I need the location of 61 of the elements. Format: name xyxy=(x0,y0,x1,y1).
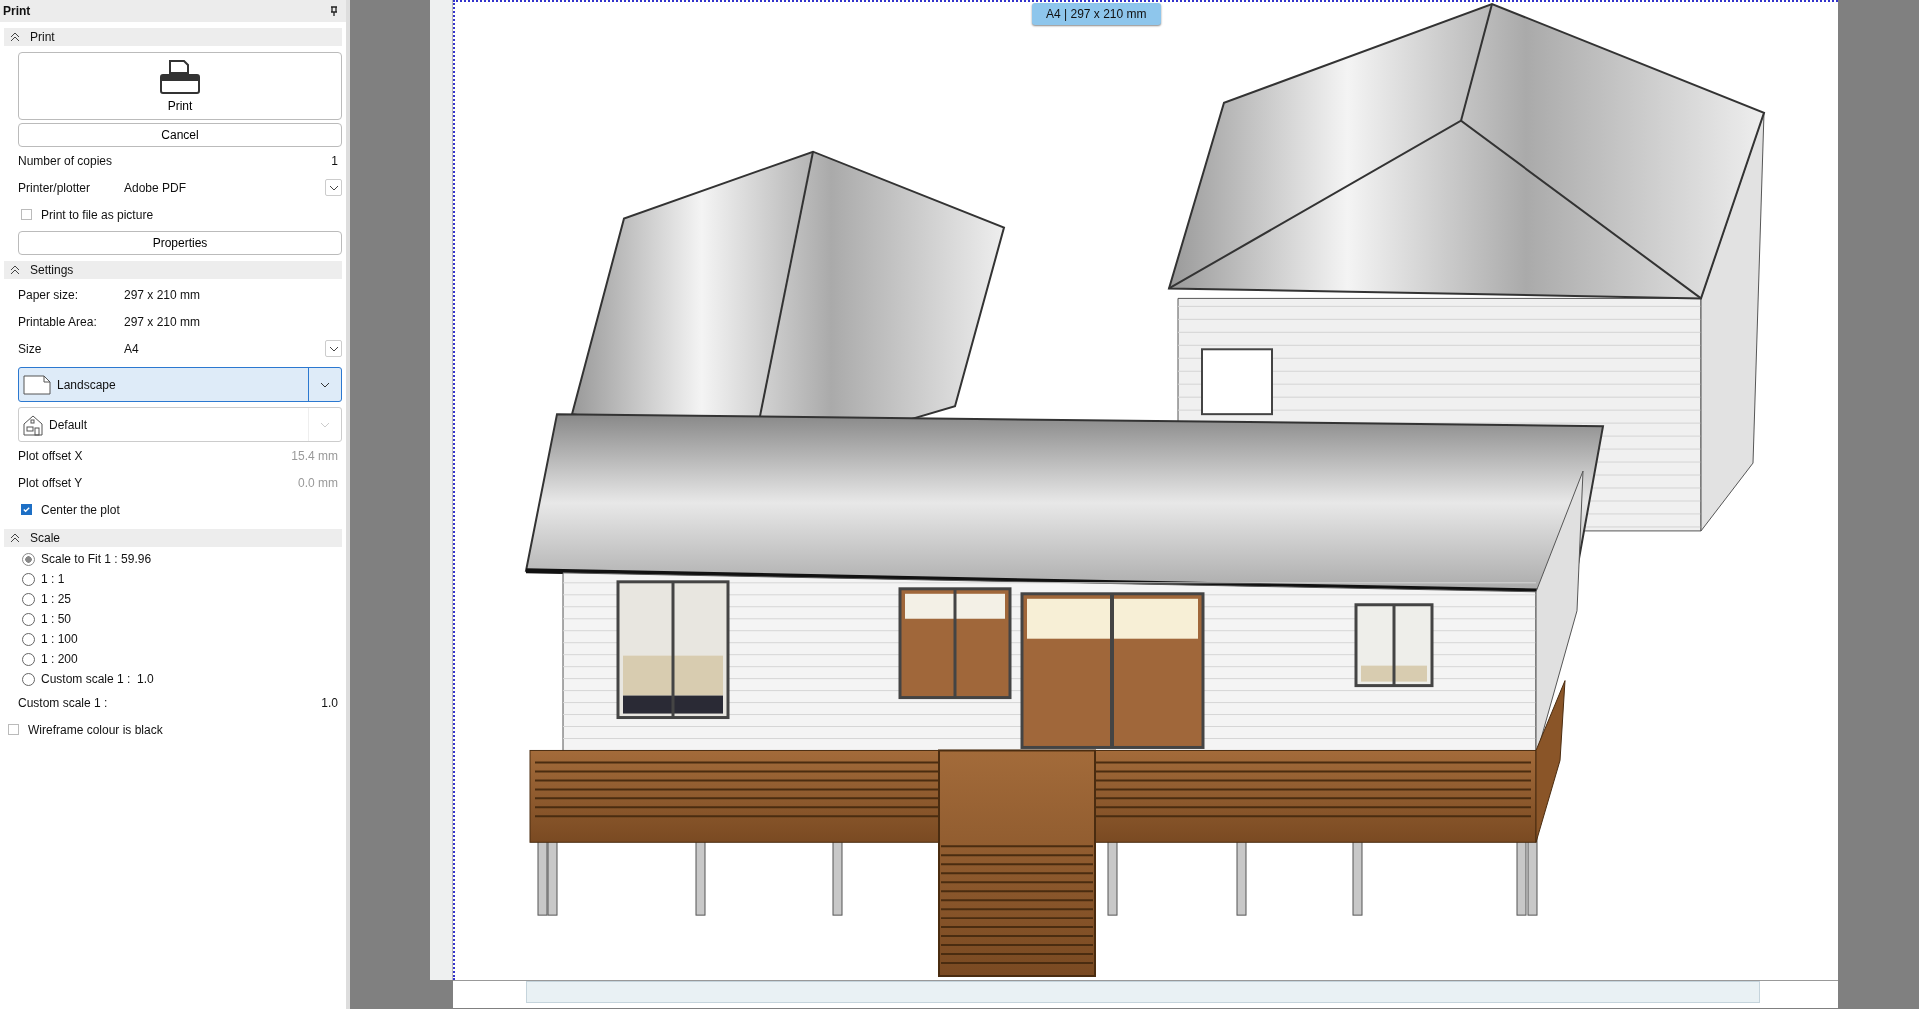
section-header[interactable]: Print xyxy=(4,28,342,46)
page-icon xyxy=(23,374,51,395)
printer-icon xyxy=(160,59,200,95)
orientation-dropdown[interactable]: Landscape xyxy=(18,367,342,402)
checkbox-label: Print to file as picture xyxy=(41,207,154,222)
field-label: Printer/plotter xyxy=(18,180,92,195)
radio-label: 1 : 100 xyxy=(41,632,78,646)
field-label: Printable Area: xyxy=(18,314,98,329)
checkbox[interactable] xyxy=(21,209,32,220)
print-button[interactable]: Print xyxy=(18,52,342,120)
dropdown-button[interactable] xyxy=(325,340,342,357)
section-title: Scale xyxy=(30,531,61,545)
copies-field[interactable]: 1 xyxy=(331,153,342,168)
radio-button[interactable] xyxy=(22,652,35,666)
caret-icon xyxy=(328,345,339,352)
radio-label: Scale to Fit 1 : 59.96 xyxy=(41,552,152,566)
checkbox-label: Center the plot xyxy=(41,502,120,517)
radio-button[interactable] xyxy=(22,612,35,626)
custom-scale-field[interactable]: 1.0 xyxy=(321,695,342,710)
field-label: Paper size: xyxy=(18,287,80,302)
checkbox-label: Wireframe colour is black xyxy=(28,722,163,737)
cancel-button[interactable]: Cancel xyxy=(18,123,342,147)
section-header[interactable]: Scale xyxy=(4,529,342,547)
pin-icon[interactable] xyxy=(330,6,338,16)
style-dropdown[interactable]: Default xyxy=(18,407,342,442)
panel-title: Print xyxy=(3,4,31,18)
caret-icon xyxy=(320,381,330,388)
section-header[interactable]: Settings xyxy=(4,261,342,279)
radio-label: 1 : 25 xyxy=(41,592,72,606)
caret-icon xyxy=(320,421,330,428)
section-title: Print xyxy=(30,30,55,44)
field-label: Size xyxy=(18,341,43,356)
caret-icon xyxy=(328,184,339,191)
radio-button[interactable] xyxy=(22,632,35,646)
size-dropdown[interactable]: A4 xyxy=(124,341,325,356)
radio-label: Custom scale 1 : 1.0 xyxy=(41,672,154,686)
radio-label: 1 : 50 xyxy=(41,612,72,626)
radio-button[interactable] xyxy=(22,572,35,586)
checkbox[interactable] xyxy=(21,504,32,515)
radio-label: 1 : 200 xyxy=(41,652,78,666)
house-icon xyxy=(23,413,43,436)
section-title: Settings xyxy=(30,263,74,277)
field-label: Plot offset X xyxy=(18,448,83,463)
ruler-scrollbar[interactable] xyxy=(526,981,1760,1003)
page-size-label: A4 | 297 x 210 mm xyxy=(1032,3,1161,25)
field-label: Custom scale 1 : xyxy=(18,695,108,710)
field-label: Plot offset Y xyxy=(18,475,83,490)
printer-dropdown[interactable]: Adobe PDF xyxy=(124,180,325,195)
field-value: 297 x 210 mm xyxy=(124,287,201,302)
radio-button[interactable] xyxy=(22,672,35,686)
field-value: 297 x 210 mm xyxy=(124,314,201,329)
radio-button[interactable] xyxy=(22,592,35,606)
field-label: Number of copies xyxy=(18,153,113,168)
collapse-icon xyxy=(10,32,20,42)
dropdown-button[interactable] xyxy=(325,179,342,196)
radio-button[interactable] xyxy=(22,552,35,566)
checkbox[interactable] xyxy=(8,724,19,735)
collapse-icon xyxy=(10,265,20,275)
properties-button[interactable]: Properties xyxy=(18,231,342,255)
radio-label: 1 : 1 xyxy=(41,572,65,586)
collapse-icon xyxy=(10,533,20,543)
